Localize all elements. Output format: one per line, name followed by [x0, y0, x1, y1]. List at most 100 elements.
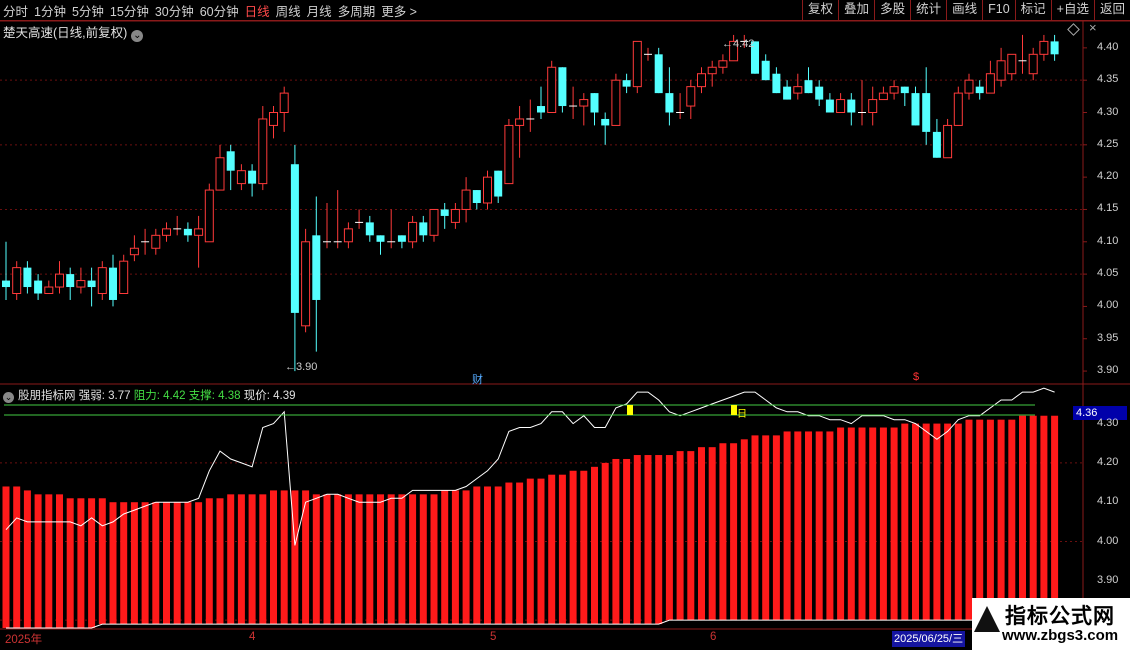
candle-body-6 [66, 274, 75, 288]
indicator-bar-0 [2, 486, 10, 628]
indicator-bar-51 [548, 474, 556, 625]
indicator-bar-29 [312, 494, 320, 625]
low-price-label: ←3.90 [285, 361, 318, 373]
candle-body-75 [804, 80, 813, 94]
indicator-bar-59 [633, 455, 641, 625]
indicator-bar-4 [45, 494, 53, 628]
indicator-bar-71 [762, 435, 770, 621]
indicator-bar-22 [237, 494, 245, 625]
candle-body-29 [312, 235, 321, 300]
candle-body-72 [772, 73, 781, 94]
indicator-bar-21 [227, 494, 235, 625]
indicator-bar-57 [612, 458, 620, 625]
indicator-tick-3: 4.00 [1097, 534, 1119, 547]
candle-body-64 [686, 86, 696, 107]
indicator-bar-91 [976, 419, 984, 621]
candle-body-23 [248, 170, 257, 184]
indicator-bar-67 [719, 443, 727, 621]
indicator-bar-9 [98, 498, 106, 625]
indicator-bar-85 [912, 423, 919, 621]
indicator-bar-49 [526, 478, 534, 625]
indicator-bar-33 [355, 494, 363, 625]
indicator-bar-54 [580, 470, 588, 625]
candle-body-8 [87, 280, 96, 288]
indicator-bar-87 [933, 423, 941, 621]
candle-body-32 [343, 228, 353, 243]
indicator-bar-96 [1029, 415, 1037, 621]
indicator-bar-16 [173, 502, 181, 625]
indicator-bar-38 [409, 494, 417, 625]
candle-body-83 [889, 86, 899, 94]
indicator-bar-73 [783, 431, 791, 621]
candle-body-28 [301, 241, 311, 327]
indicator-bar-56 [601, 462, 609, 625]
candle-body-67 [718, 60, 728, 68]
indicator-name: 股朋指标网 [18, 390, 76, 402]
price-tick-3: 4.25 [1097, 137, 1119, 150]
high-price-value: 4.42 [733, 38, 755, 50]
indicator-bar-65 [698, 447, 705, 621]
candle-body-50 [537, 106, 545, 113]
support-label: 支撑: [188, 390, 215, 402]
low-price-value: 3.90 [296, 361, 318, 373]
candle-body-4 [44, 286, 54, 294]
candle-body-44 [472, 190, 481, 203]
date-label-june: 6 [710, 631, 717, 643]
indicator-bar-44 [473, 486, 481, 625]
candle-body-37 [397, 235, 406, 242]
candle-body-93 [996, 60, 1006, 81]
candle-body-87 [932, 131, 941, 158]
indicator-title: ⌄ 股朋指标网 强弱: 3.77 阻力: 4.42 支撑: 4.38 现价: 4.… [3, 387, 296, 403]
candle-body-27 [290, 164, 299, 313]
candle-body-77 [825, 99, 834, 113]
candle-body-11 [119, 260, 129, 294]
candle-body-55 [590, 93, 599, 113]
date-label-april: 4 [249, 631, 256, 643]
indicator-bar-13 [141, 502, 149, 625]
date-label-may: 5 [490, 631, 497, 643]
candle-body-7 [76, 280, 86, 288]
indicator-bar-11 [120, 502, 128, 625]
candle-body-14 [151, 234, 161, 249]
candle-body-17 [183, 228, 192, 236]
indicator-bar-32 [344, 494, 352, 625]
candle-body-39 [419, 222, 428, 236]
indicator-bar-55 [591, 466, 598, 625]
indicator-bar-36 [387, 494, 395, 625]
indicator-tick-4: 3.90 [1097, 573, 1119, 586]
indicator-bar-46 [494, 486, 502, 625]
indicator-bar-20 [216, 498, 224, 625]
finance-event-marker[interactable]: 财 [472, 371, 483, 387]
candle-body-0 [2, 280, 10, 288]
indicator-bar-26 [280, 490, 288, 625]
indicator-bar-43 [462, 490, 470, 625]
indicator-bar-90 [965, 419, 973, 621]
indicator-bar-14 [152, 502, 160, 625]
indicator-tick-0: 4.30 [1097, 416, 1119, 429]
cursor-date: 2025/06/25/三 [892, 631, 966, 647]
indicator-bar-86 [922, 423, 930, 621]
dividend-event-marker[interactable]: $ [913, 371, 919, 383]
candle-body-20 [215, 157, 225, 191]
candle-body-2 [23, 267, 32, 288]
high-price-label: ←4.42 [722, 38, 755, 50]
indicator-bar-3 [34, 494, 42, 628]
candle-body-35 [376, 235, 385, 242]
indicator-bar-41 [441, 490, 449, 625]
indicator-bar-63 [676, 451, 684, 621]
candle-body-40 [429, 208, 439, 236]
indicator-bar-2 [23, 490, 31, 628]
candle-body-19 [204, 189, 214, 243]
price-tick-6: 4.10 [1097, 234, 1119, 247]
indicator-bar-69 [740, 439, 748, 621]
price-tick-8: 4.00 [1097, 299, 1119, 312]
indicator-bar-35 [377, 494, 384, 625]
chevron-down-icon[interactable]: ⌄ [3, 392, 14, 403]
resistance-value: 4.42 [163, 390, 186, 402]
indicator-bar-18 [195, 502, 203, 625]
kline-chart[interactable] [0, 0, 1130, 650]
candle-body-98 [1050, 41, 1059, 55]
watermark-logo: 指标公式网 www.zbgs3.com [972, 598, 1130, 650]
candle-body-62 [665, 93, 674, 113]
indicator-bar-6 [66, 498, 74, 628]
